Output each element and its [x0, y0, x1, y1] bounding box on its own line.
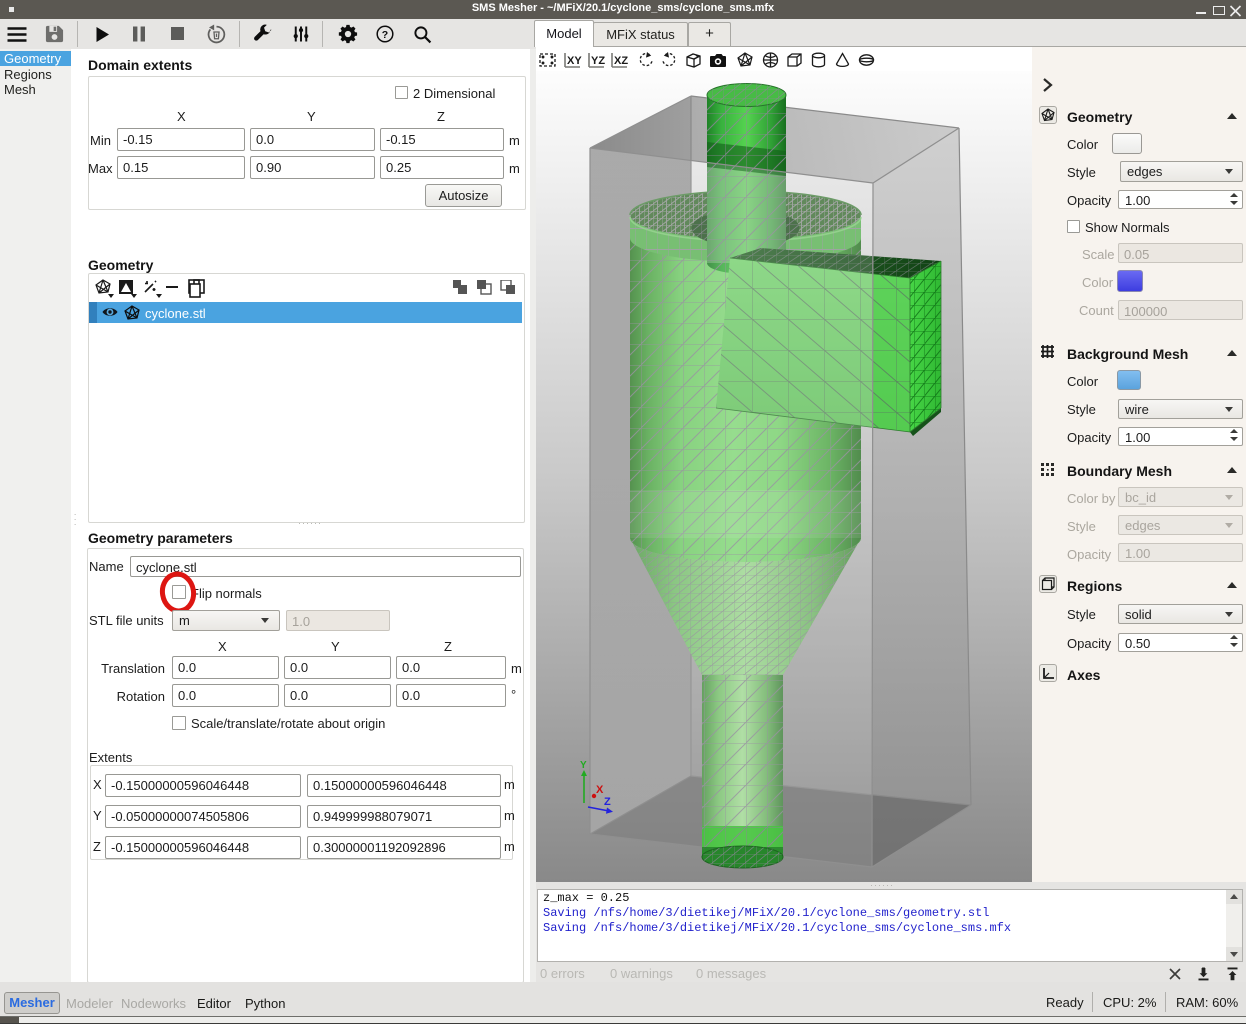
svg-text:XY: XY — [567, 55, 582, 67]
svg-text:X: X — [596, 784, 604, 796]
svg-text:YZ: YZ — [591, 55, 605, 67]
svg-text:XZ: XZ — [614, 55, 628, 67]
svg-text:Z: Z — [604, 796, 611, 808]
svg-text:?: ? — [382, 29, 388, 41]
svg-text:Y: Y — [580, 760, 587, 771]
